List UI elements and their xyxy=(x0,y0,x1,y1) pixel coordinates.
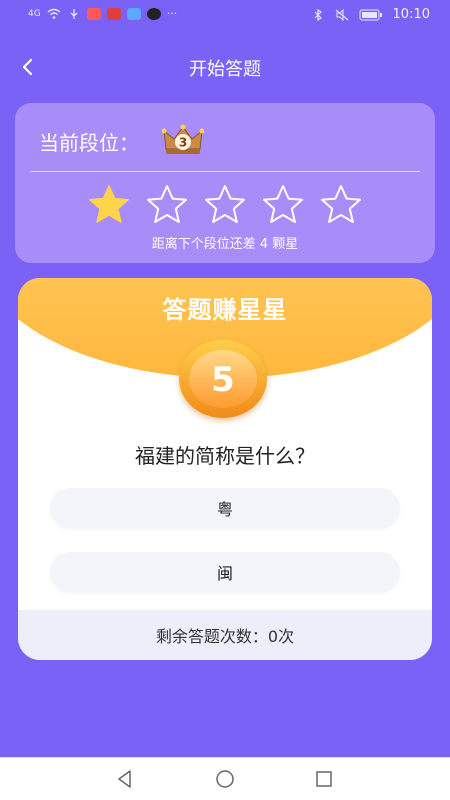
star-empty-icon xyxy=(263,185,303,223)
remaining-attempts: 剩余答题次数：0次 xyxy=(18,610,432,660)
system-nav-bar xyxy=(0,757,450,800)
quiz-card: 答题赚星星 5 福建的简称是什么？ 粤 闽 剩余答题次数：0次 xyxy=(18,278,432,660)
quiz-title: 答题赚星星 xyxy=(162,296,288,324)
star-filled-icon xyxy=(89,185,129,223)
nav-home-icon[interactable] xyxy=(215,769,235,789)
rank-divider xyxy=(30,171,420,172)
star-empty-icon xyxy=(147,185,187,223)
tiktok-icon xyxy=(146,7,161,20)
crown-level: 3 xyxy=(179,136,187,150)
app-badge-red2-icon xyxy=(106,7,121,20)
mute-icon xyxy=(335,8,348,21)
status-left: 4G ··· xyxy=(28,7,177,20)
bluetooth-icon xyxy=(314,8,322,21)
app-badge-red-icon xyxy=(86,7,101,20)
status-bar: 4G ··· 10:10 xyxy=(0,0,450,30)
crown-icon: 3 xyxy=(162,124,204,154)
status-time: 10:10 xyxy=(392,7,430,22)
rank-hint: 距离下个段位还差 4 颗星 xyxy=(151,237,299,252)
question-text: 福建的简称是什么？ xyxy=(135,444,315,468)
answer-option-b[interactable]: 闽 xyxy=(50,552,400,592)
signal-icon: 4G xyxy=(28,8,41,19)
countdown-number: 5 xyxy=(211,360,235,400)
top-bar: 开始答题 xyxy=(0,45,450,89)
rank-label: 当前段位： xyxy=(39,131,139,155)
nav-recent-icon[interactable] xyxy=(315,770,333,788)
star-empty-icon xyxy=(205,185,245,223)
rank-card: 当前段位： 3 距离下个段位还差 4 颗星 xyxy=(15,103,435,263)
status-right: 10:10 xyxy=(311,7,430,22)
star-empty-icon xyxy=(321,185,361,223)
star-rating xyxy=(15,183,435,227)
usb-icon xyxy=(70,8,78,19)
nav-back-icon[interactable] xyxy=(115,769,135,789)
more-notifications: ··· xyxy=(166,7,178,20)
wifi-icon xyxy=(47,8,61,19)
countdown-coin: 5 xyxy=(173,338,273,422)
battery-icon xyxy=(359,9,382,20)
page-title: 开始答题 xyxy=(189,59,261,80)
app-badge-blue-icon xyxy=(126,7,141,20)
answer-option-a[interactable]: 粤 xyxy=(50,488,400,528)
